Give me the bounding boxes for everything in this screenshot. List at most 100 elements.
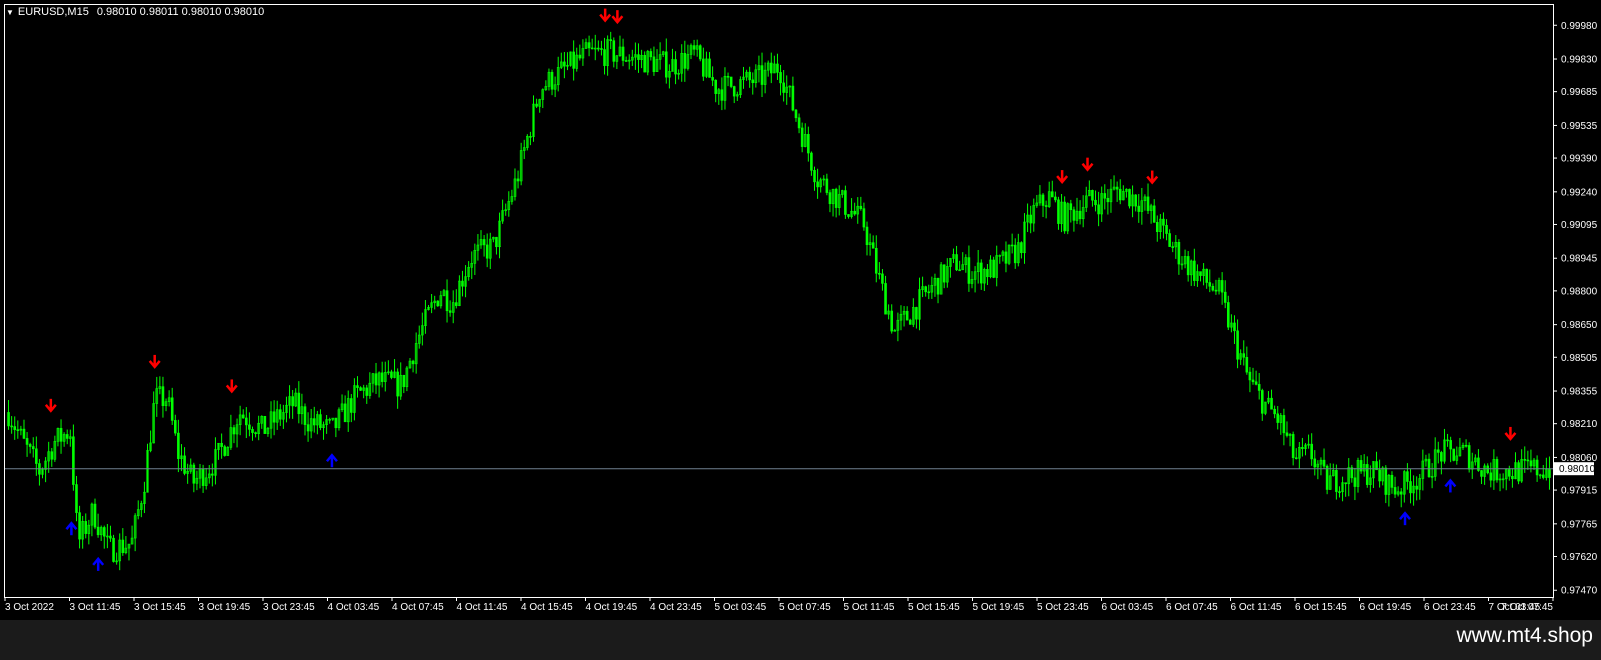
candle-body <box>365 387 369 396</box>
candle-body <box>78 512 81 540</box>
candle-body <box>986 269 989 278</box>
candle <box>902 306 906 327</box>
candle-body <box>834 188 838 208</box>
candle <box>510 189 514 205</box>
candle <box>890 304 894 334</box>
candle-body <box>942 264 946 283</box>
candle-body <box>319 414 322 428</box>
candle <box>989 255 992 279</box>
candle <box>1223 280 1227 309</box>
candle <box>180 444 183 472</box>
candle <box>776 53 779 80</box>
candle-body <box>862 208 866 228</box>
candle <box>754 64 758 88</box>
y-tick-label: 0.98210 <box>1561 419 1598 430</box>
candle <box>844 185 847 219</box>
candle <box>396 368 399 409</box>
candle <box>121 528 125 556</box>
candle <box>217 442 220 460</box>
candle-body <box>1436 449 1440 453</box>
candle <box>1338 486 1341 498</box>
chart-window[interactable]: 0.99980 0.99830 0.99685 0.99535 0.99390 0.992… <box>0 0 1601 620</box>
candle-body <box>1072 209 1076 221</box>
candle <box>661 50 665 58</box>
y-tick-label: 0.97620 <box>1561 552 1598 563</box>
candle-body <box>254 432 257 435</box>
candle <box>631 49 634 66</box>
candle <box>1078 200 1082 225</box>
candle-body <box>50 451 54 460</box>
candle <box>442 289 446 297</box>
candle <box>1177 239 1181 275</box>
candle-body <box>1168 233 1171 247</box>
candle <box>291 390 294 419</box>
candle <box>874 235 878 283</box>
candle-body <box>791 85 795 111</box>
candle-body <box>915 307 918 320</box>
candle <box>1267 391 1270 405</box>
sell-arrow-icon <box>1146 170 1159 185</box>
candle <box>538 98 541 113</box>
candle <box>825 173 829 196</box>
candle <box>559 52 563 69</box>
candle-body <box>220 442 223 447</box>
candle-body <box>1338 491 1341 493</box>
candle <box>1211 283 1215 292</box>
candle <box>1449 436 1452 463</box>
candle <box>1227 295 1230 331</box>
candle <box>50 447 54 467</box>
candle <box>81 515 84 549</box>
candle-body <box>245 417 248 426</box>
candle <box>1347 458 1351 497</box>
candle <box>1412 475 1415 506</box>
candle-body <box>578 54 582 59</box>
candle-body <box>612 40 616 62</box>
chevron-down-icon[interactable]: ▼ <box>6 8 14 17</box>
candle <box>797 113 801 134</box>
y-tick-label: 0.98355 <box>1561 387 1598 398</box>
candle <box>698 44 702 62</box>
candle-body <box>1526 459 1530 462</box>
candle <box>717 87 721 105</box>
x-tick-label: 3 Oct 15:45 <box>134 602 186 613</box>
sell-arrow-icon <box>611 10 624 25</box>
buy-arrow-icon <box>325 453 338 468</box>
candle <box>1480 470 1483 485</box>
candle <box>371 372 375 393</box>
candle <box>130 525 134 545</box>
y-tick-label: 0.97765 <box>1561 519 1598 530</box>
candle <box>1168 229 1171 248</box>
y-tick-label: 0.98945 <box>1561 254 1598 265</box>
candle-body <box>871 242 875 249</box>
candle <box>1455 446 1459 465</box>
candle <box>1461 442 1465 450</box>
candle <box>112 534 115 563</box>
candle <box>1291 431 1295 466</box>
candles <box>7 31 1551 571</box>
candle-body <box>31 446 35 450</box>
candle <box>1270 389 1273 410</box>
candle <box>541 88 545 109</box>
candle <box>414 332 418 374</box>
candle <box>816 168 819 199</box>
candle <box>739 76 742 98</box>
candle <box>680 44 684 82</box>
candle-body <box>1165 224 1168 234</box>
candle-body <box>652 56 656 73</box>
candle-body <box>844 190 847 215</box>
candle <box>241 409 245 419</box>
sell-arrow-icon <box>44 398 57 413</box>
candle <box>254 431 257 438</box>
candle <box>686 44 690 71</box>
candle <box>748 66 751 88</box>
candle <box>1483 463 1486 485</box>
candle <box>1084 186 1088 212</box>
candle <box>800 122 804 153</box>
candle <box>1538 473 1542 479</box>
candle-body <box>436 300 440 307</box>
candle <box>167 390 171 407</box>
candle <box>979 259 983 290</box>
candle-body <box>847 214 850 217</box>
candle <box>365 384 369 404</box>
candle <box>831 188 835 217</box>
